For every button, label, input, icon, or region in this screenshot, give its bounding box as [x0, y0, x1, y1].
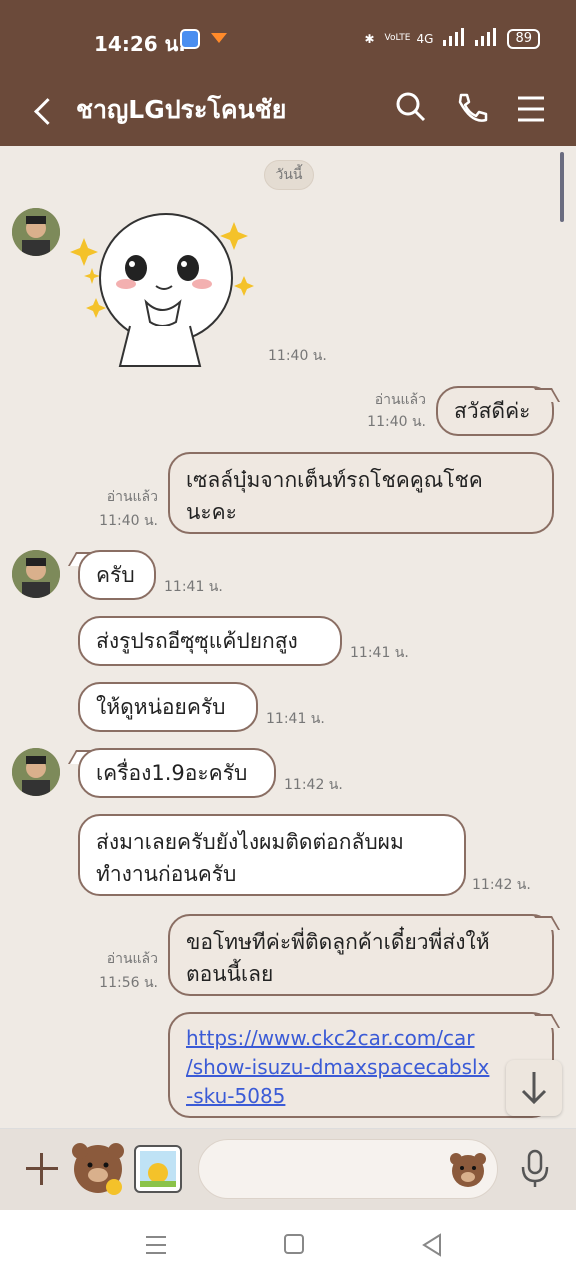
message-time: 11:40 น. — [268, 348, 327, 364]
link-line[interactable]: -sku-5085 — [186, 1082, 536, 1111]
message-bubble-outgoing[interactable]: เซลล์บุ๋มจากเต็นท์รถโชคคูณโชค นะคะ — [168, 452, 554, 534]
link-message[interactable]: https://www.ckc2car.com/car /show-isuzu-… — [168, 1012, 554, 1118]
link-line[interactable]: /show-isuzu-dmaxspacecabslx — [186, 1053, 536, 1082]
message-time: 11:42 น. — [472, 877, 531, 893]
message-line: ส่งมาเลยครับยังไงผมติดต่อกลับผม — [96, 830, 404, 854]
status-bar: 14:26 น. ✱ VoLTE 4G 89 — [0, 0, 576, 76]
app-notification-icon — [180, 29, 200, 49]
status-indicators: ✱ VoLTE 4G 89 — [364, 28, 540, 49]
message-line: เซลล์บุ๋มจากเต็นท์รถโชคคูณโชค — [186, 468, 483, 492]
network-label: 4G — [416, 31, 434, 46]
chat-header: ชาญLGประโคนชัย — [0, 76, 576, 146]
scrollbar[interactable] — [560, 152, 564, 222]
sticker-button[interactable] — [70, 1141, 126, 1197]
volte-label: VoLTE — [384, 33, 411, 43]
home-icon[interactable] — [280, 1230, 310, 1260]
message-bubble-incoming[interactable]: ให้ดูหน่อยครับ — [78, 682, 258, 732]
message-time: 11:42 น. — [284, 777, 343, 793]
signal-icon — [443, 28, 465, 49]
message-bubble-incoming[interactable]: ครับ — [78, 550, 156, 600]
message-line: ทำงานก่อนครับ — [96, 862, 237, 886]
message-time: 11:40 น. — [99, 513, 158, 529]
date-separator: วันนี้ — [264, 160, 314, 190]
read-receipt: อ่านแล้ว — [374, 392, 426, 408]
message-bubble-incoming[interactable]: ส่งมาเลยครับยังไงผมติดต่อกลับผม ทำงานก่อ… — [78, 814, 466, 896]
message-time: 11:41 น. — [350, 645, 409, 661]
message-line: นะคะ — [186, 500, 237, 524]
scroll-down-button[interactable] — [506, 1060, 562, 1116]
message-bubble-incoming[interactable]: เครื่อง1.9อะครับ — [78, 748, 276, 798]
emoji-icon[interactable] — [448, 1149, 488, 1189]
plus-button[interactable] — [22, 1149, 62, 1189]
message-time: 11:56 น. — [99, 975, 158, 991]
status-time: 14:26 น. — [94, 32, 186, 56]
message-time: 11:41 น. — [164, 579, 223, 595]
read-receipt: อ่านแล้ว — [106, 489, 158, 505]
message-line: ตอนนี้เลย — [186, 962, 274, 986]
battery-indicator: 89 — [507, 28, 540, 49]
phone-icon[interactable] — [452, 88, 492, 128]
bluetooth-icon: ✱ — [364, 31, 375, 46]
message-time: 11:40 น. — [367, 414, 426, 430]
menu-icon[interactable] — [512, 88, 552, 128]
message-line: ขอโทษทีค่ะพี่ติดลูกค้าเดี๋ยวพี่ส่งให้ — [186, 930, 490, 954]
avatar[interactable] — [12, 208, 60, 256]
system-nav-bar — [0, 1210, 576, 1280]
avatar[interactable] — [12, 748, 60, 796]
avatar[interactable] — [12, 550, 60, 598]
link-line[interactable]: https://www.ckc2car.com/car — [186, 1024, 536, 1053]
back-nav-icon[interactable] — [418, 1230, 448, 1260]
search-icon[interactable] — [392, 88, 432, 128]
chat-title: ชาญLGประโคนชัย — [76, 95, 287, 124]
album-button[interactable] — [134, 1145, 182, 1193]
read-receipt: อ่านแล้ว — [106, 951, 158, 967]
message-time: 11:41 น. — [266, 711, 325, 727]
signal-icon-2 — [475, 28, 497, 49]
chat-area[interactable]: วันนี้ 11:40 น. อ่านแล้ว 11:40 น. สวัสดี… — [0, 146, 576, 1128]
message-bubble-outgoing[interactable]: ขอโทษทีค่ะพี่ติดลูกค้าเดี๋ยวพี่ส่งให้ ตอ… — [168, 914, 554, 996]
microphone-icon[interactable] — [520, 1149, 550, 1189]
input-bar — [0, 1128, 576, 1210]
recent-apps-icon[interactable] — [142, 1230, 172, 1260]
shopee-notification-icon — [211, 33, 227, 43]
sticker[interactable] — [70, 206, 260, 376]
message-bubble-incoming[interactable]: ส่งรูปรถอีซุซุแค้ปยกสูง — [78, 616, 342, 666]
back-button[interactable] — [26, 88, 62, 132]
